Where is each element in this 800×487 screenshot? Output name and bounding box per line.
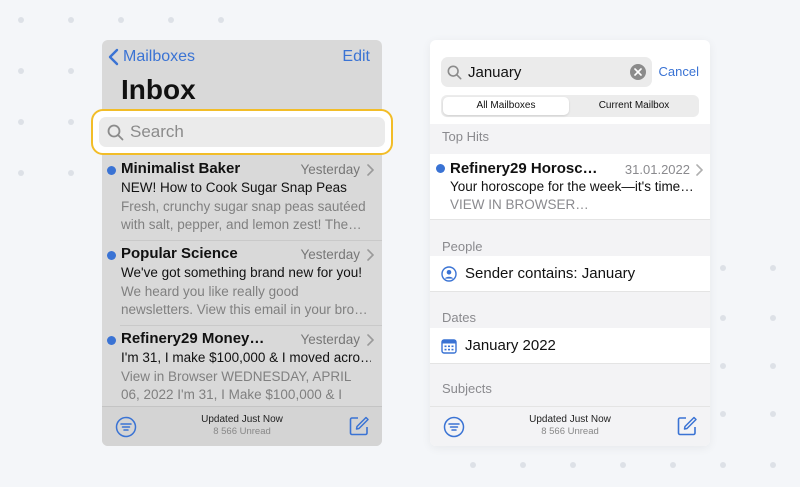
chevron-left-icon [108,48,119,66]
message-subject: NEW! How to Cook Sugar Snap Peas [121,180,347,195]
suggestion-text: Sender contains: January [465,265,636,282]
back-to-mailboxes-button[interactable]: Mailboxes [108,48,195,66]
message-preview: We heard you like really good newsletter… [121,284,368,317]
back-button-label: Mailboxes [123,48,196,65]
scope-segmented-control: All Mailboxes Current Mailbox [441,95,699,117]
message-sender: Refinery29 Money… [121,330,265,347]
search-icon [447,65,462,79]
message-preview: Fresh, crunchy sugar snap peas sautéed w… [121,199,366,232]
section-header-top-hits: Top Hits [430,124,710,154]
people-suggestion[interactable]: Sender contains: January [430,256,710,292]
search-input[interactable]: January [441,57,652,87]
search-results-screen: January Cancel All Mailboxes Current Mai… [430,40,710,446]
section-label: Top Hits [442,129,489,144]
section-header-people: People [430,220,710,256]
search-toolbar: Updated Just Now 8 566 Unread [430,406,710,446]
calendar-icon [441,339,457,354]
sync-status: Updated Just Now 8 566 Unread [430,414,710,437]
suggestion-text: January 2022 [465,337,556,354]
chevron-right-icon [696,164,703,176]
unread-dot [436,164,445,173]
section-header-dates: Dates [430,292,710,328]
unread-count: 8 566 Unread [213,426,271,437]
chevron-right-icon [367,334,374,346]
sync-status-text: Updated Just Now [529,414,611,425]
section-label: Subjects [442,381,492,396]
search-field-highlight: Search [91,109,393,155]
top-hit-message[interactable]: Refinery29 Horosc… 31.01.2022 Your horos… [430,154,710,220]
message-date: Yesterday [300,247,360,262]
sync-status: Updated Just Now 8 566 Unread [102,414,382,437]
message-date: 31.01.2022 [624,162,690,177]
unread-count: 8 566 Unread [541,426,599,437]
unread-dot [107,336,116,345]
message-subject: I'm 31, I make $100,000 & I moved acro… [121,350,371,365]
message-subject: We've got something brand new for you! [121,265,362,280]
unread-dot [107,251,116,260]
search-placeholder: Search [130,122,184,141]
chevron-right-icon [367,249,374,261]
inbox-nav-bar: Mailboxes Edit [102,40,382,76]
unread-dot [107,166,116,175]
search-query: January [468,63,522,81]
message-list: Minimalist Baker Yesterday NEW! How to C… [102,156,382,411]
scope-current-mailbox[interactable]: Current Mailbox [571,97,697,115]
chevron-right-icon [367,164,374,176]
section-header-subjects: Subjects [430,364,710,406]
sync-status-text: Updated Just Now [201,414,283,425]
message-subject: Your horoscope for the week—it's time… [450,179,694,194]
compose-icon[interactable] [676,415,698,437]
scope-all-mailboxes[interactable]: All Mailboxes [443,97,569,115]
section-label: People [442,239,483,254]
message-date: Yesterday [300,162,360,177]
inbox-screen: Mailboxes Edit Inbox Minimalist Baker Ye… [102,40,382,446]
page-title: Inbox [121,74,196,105]
inbox-toolbar: Updated Just Now 8 566 Unread [102,406,382,446]
message-row[interactable]: Popular Science Yesterday We've got some… [107,241,382,326]
message-preview: View in Browser WEDNESDAY, APRIL 06, 202… [121,369,351,402]
search-icon [107,124,124,140]
message-sender: Minimalist Baker [121,160,241,177]
message-row[interactable]: Minimalist Baker Yesterday NEW! How to C… [107,156,382,241]
message-preview: VIEW IN BROWSER… [450,197,589,212]
date-suggestion[interactable]: January 2022 [430,328,710,364]
cancel-button[interactable]: Cancel [659,64,699,79]
message-date: Yesterday [300,332,360,347]
search-input[interactable]: Search [99,117,385,147]
message-sender: Popular Science [121,245,238,262]
section-label: Dates [442,310,476,325]
clear-icon[interactable] [630,64,646,80]
message-row[interactable]: Refinery29 Money… Yesterday I'm 31, I ma… [107,326,382,411]
message-sender: Refinery29 Horosc… [450,160,598,177]
compose-icon[interactable] [348,415,370,437]
person-icon [441,266,457,282]
edit-button[interactable]: Edit [342,48,370,66]
